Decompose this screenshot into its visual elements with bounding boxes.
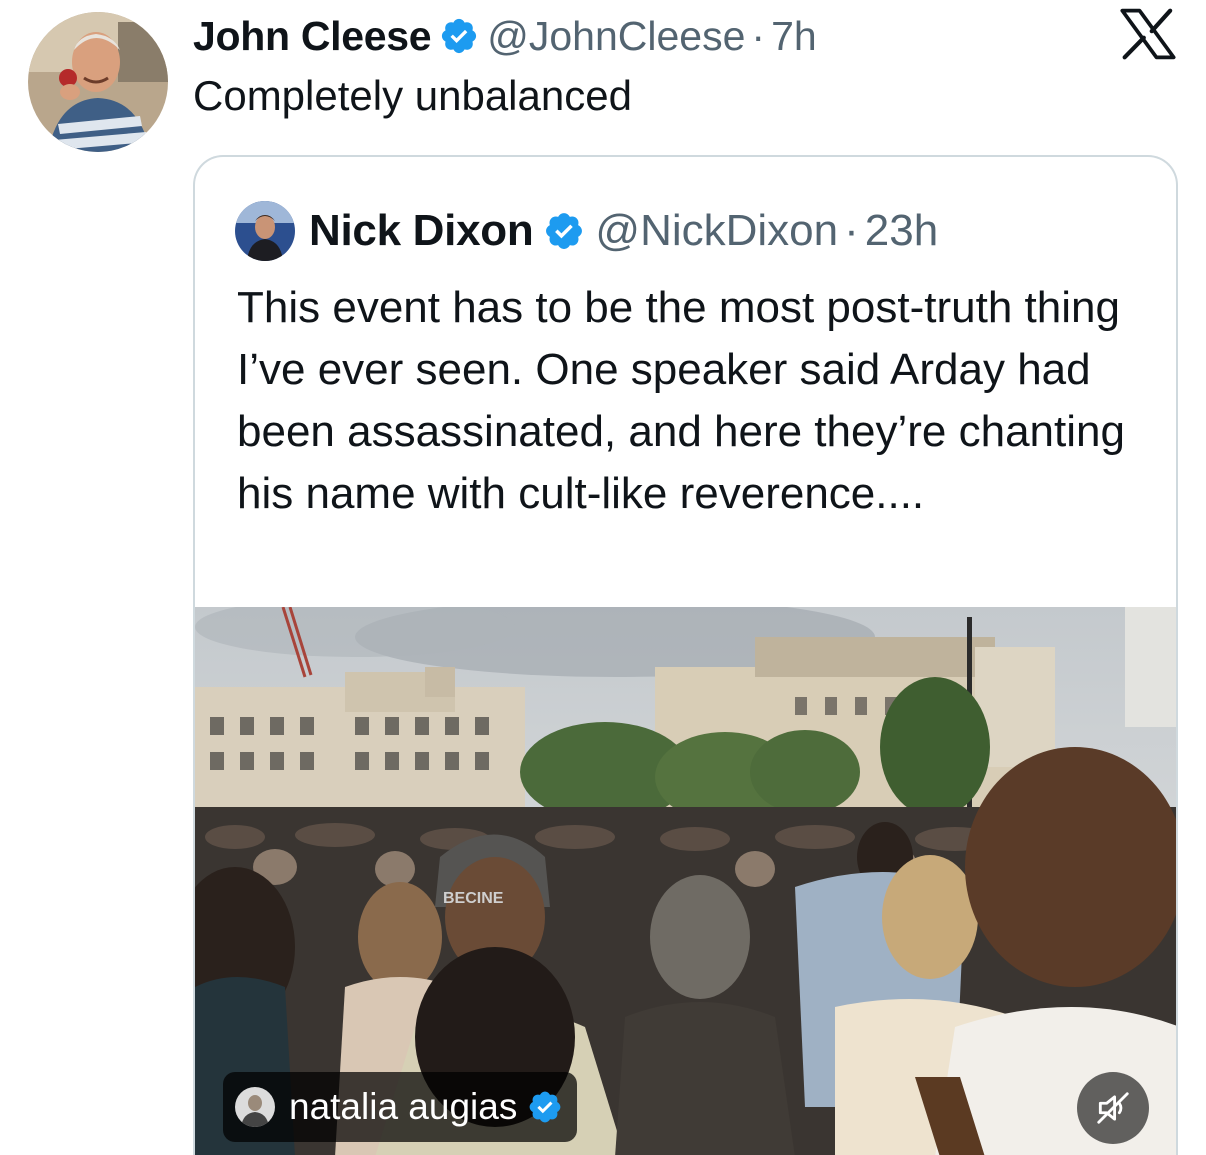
tweet-time[interactable]: 7h <box>771 13 817 60</box>
quoted-tweet-header: Nick Dixon @NickDixon · 23h <box>235 201 938 261</box>
quoted-author-handle[interactable]: @NickDixon <box>595 206 838 256</box>
credit-avatar <box>235 1087 275 1127</box>
separator-dot: · <box>751 12 766 59</box>
author-avatar-image <box>28 12 168 152</box>
verified-badge-icon <box>543 210 585 252</box>
video-player[interactable]: BECINE natalia augias <box>195 607 1176 1155</box>
cap-text: BECINE <box>443 890 504 907</box>
credit-name[interactable]: natalia augias <box>289 1086 517 1128</box>
quoted-tweet-card[interactable]: Nick Dixon @NickDixon · 23h This event h… <box>193 155 1178 1155</box>
verified-badge-icon <box>527 1089 563 1125</box>
tweet-text: Completely unbalanced <box>193 72 632 119</box>
x-logo-icon <box>1120 8 1176 60</box>
author-handle[interactable]: @JohnCleese <box>487 13 745 60</box>
tweet-header: John Cleese @JohnCleese · 7h <box>193 10 817 62</box>
quoted-tweet-text: This event has to be the most post-truth… <box>237 283 1125 518</box>
quoted-tweet-time[interactable]: 23h <box>865 206 938 256</box>
speaker-muted-icon <box>1097 1092 1129 1124</box>
media-credit-tag[interactable]: natalia augias <box>223 1072 578 1142</box>
quoted-author-name[interactable]: Nick Dixon <box>309 206 534 256</box>
author-name[interactable]: John Cleese <box>193 13 432 60</box>
quoted-author-avatar[interactable] <box>235 201 295 261</box>
verified-badge-icon <box>439 16 479 56</box>
author-avatar[interactable] <box>28 12 168 152</box>
separator-dot: · <box>844 206 859 255</box>
mute-toggle-button[interactable] <box>1077 1072 1149 1144</box>
